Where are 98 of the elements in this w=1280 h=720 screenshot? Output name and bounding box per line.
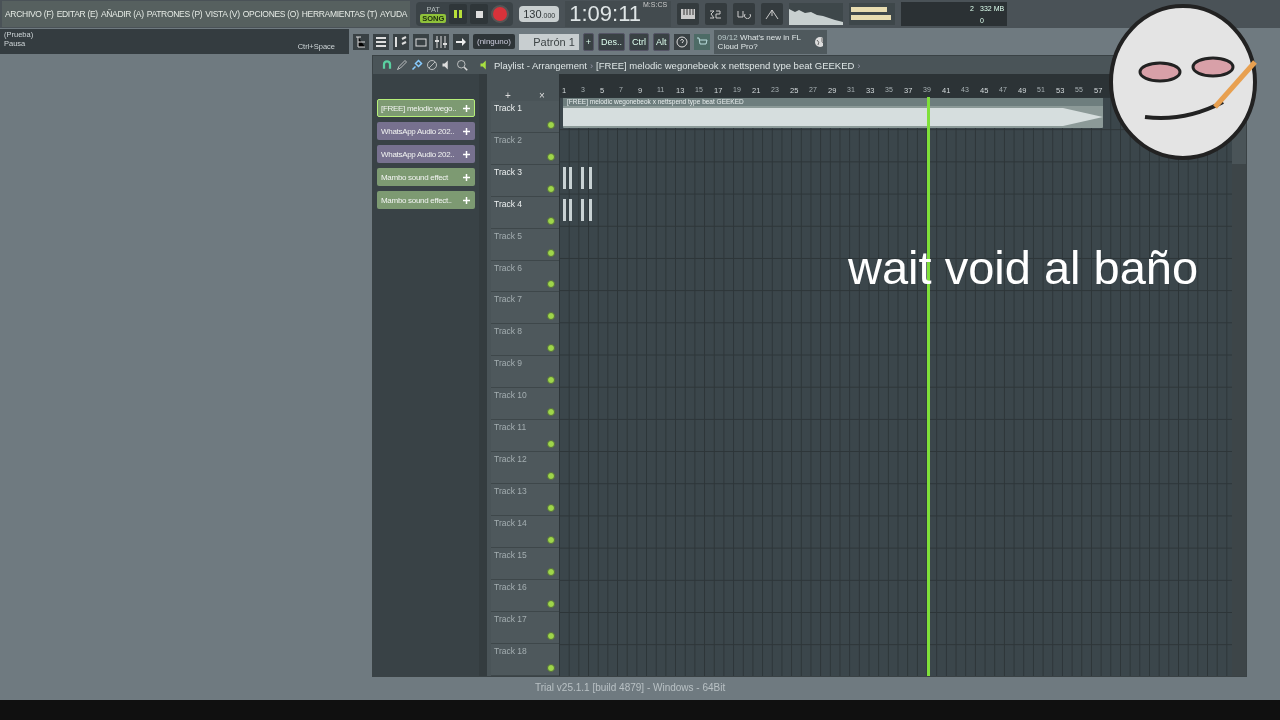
track-dot — [547, 312, 555, 321]
track-header[interactable]: Track 11 — [491, 420, 559, 453]
track-dot — [547, 408, 555, 417]
scrollbar[interactable] — [479, 74, 487, 676]
track-header[interactable]: Track 5 — [491, 228, 559, 261]
audio-clip[interactable] — [581, 167, 584, 189]
plus-icon[interactable] — [462, 149, 471, 159]
menu-item[interactable]: VISTA (V) — [205, 9, 240, 19]
plus-icon[interactable] — [462, 195, 471, 205]
breadcrumb-arrow[interactable]: › — [857, 59, 861, 71]
track-dot — [547, 216, 555, 225]
track-header[interactable]: Track 4 — [491, 196, 559, 229]
channel-rack-icon[interactable] — [373, 33, 389, 50]
menu-item[interactable]: EDITAR (E) — [56, 9, 98, 19]
header-button[interactable]: × — [539, 89, 545, 101]
playlist-title: Playlist - Arrangement — [494, 59, 587, 71]
track-header[interactable]: Track 6 — [491, 260, 559, 293]
scrollbar[interactable] — [1232, 164, 1246, 676]
audio-clip[interactable] — [569, 167, 572, 189]
track-header[interactable]: Track 17 — [491, 612, 559, 644]
breadcrumb-separator: › — [589, 59, 594, 71]
brush-icon[interactable] — [411, 59, 423, 71]
track-dot — [547, 184, 555, 193]
track-dot — [547, 568, 555, 577]
stop-button[interactable] — [470, 4, 489, 24]
help-icon[interactable] — [673, 33, 690, 50]
audio-clip[interactable] — [589, 199, 592, 222]
track-dot — [547, 504, 555, 513]
track-dot — [547, 536, 555, 545]
preset-selector[interactable]: (ninguno) — [473, 34, 515, 49]
level-meter — [849, 3, 896, 25]
track-header[interactable]: Track 12 — [491, 452, 559, 485]
track-dot — [547, 248, 555, 257]
track-dot — [547, 376, 555, 385]
track-header[interactable]: Track 14 — [491, 516, 559, 549]
pencil-icon[interactable] — [396, 59, 408, 71]
zoom-icon[interactable] — [456, 59, 468, 71]
plus-icon[interactable] — [462, 126, 471, 136]
track-header[interactable]: Track 8 — [491, 324, 559, 357]
mixer-icon[interactable] — [433, 33, 449, 50]
pattern-selector[interactable]: Patrón 1 — [518, 33, 579, 50]
track-dot — [547, 472, 555, 481]
magnet-icon[interactable] — [381, 59, 393, 71]
song-title: [FREE] melodic wegonebeok x nettspend type beat GEEKED — [596, 59, 855, 71]
menu-item[interactable]: AÑADIR (A) — [100, 9, 144, 19]
menu-item[interactable]: PATRONES (P) — [146, 9, 203, 19]
track-dot — [547, 344, 555, 353]
audio-clip[interactable] — [581, 199, 584, 222]
clip-item[interactable]: [FREE] melodic wego.. — [377, 99, 475, 117]
track-dot — [547, 631, 555, 640]
cart-icon[interactable] — [693, 33, 710, 50]
waveform-graph — [789, 3, 844, 25]
modifier-key[interactable]: Des.. — [598, 32, 626, 51]
keyboard-icon[interactable] — [677, 3, 700, 25]
version-text: Trial v25.1.1 [build 4879] - Windows - 64Bit — [535, 682, 726, 693]
clip-item[interactable]: WhatsApp Audio 202.. — [377, 145, 475, 163]
track-dot — [547, 663, 555, 672]
pause-icon — [454, 10, 463, 18]
clip-item[interactable]: Mambo sound effect — [377, 168, 475, 186]
track-header[interactable]: Track 10 — [491, 388, 559, 421]
plus-icon[interactable] — [462, 172, 471, 182]
track-dot — [547, 152, 555, 161]
audio-clip[interactable] — [589, 167, 592, 189]
piano-roll-icon[interactable] — [393, 33, 409, 50]
globe-icon[interactable] — [814, 35, 823, 48]
pause-button[interactable] — [449, 4, 468, 24]
clip-item[interactable]: WhatsApp Audio 202.. — [377, 122, 475, 140]
modifier-key[interactable]: Alt — [653, 32, 670, 51]
track-header[interactable]: Track 13 — [491, 484, 559, 517]
audio-clip[interactable] — [563, 167, 566, 189]
audio-clip[interactable] — [563, 199, 566, 222]
track-header[interactable]: Track 9 — [491, 356, 559, 389]
track-dot — [547, 440, 555, 449]
clip-item[interactable]: Mambo sound effect.. — [377, 191, 475, 209]
track-dot — [547, 280, 555, 289]
mute-icon[interactable] — [426, 59, 438, 71]
menu-item[interactable]: AYUDA — [380, 9, 408, 19]
playlist-icon[interactable] — [413, 33, 429, 50]
track-header[interactable]: Track 18 — [491, 643, 559, 676]
menu-item[interactable]: HERRAMIENTAS (T) — [301, 9, 377, 19]
modifier-key[interactable]: Ctrl — [629, 32, 650, 51]
menu-item[interactable]: ARCHIVO (F) — [5, 9, 54, 19]
plus-icon[interactable] — [462, 103, 471, 113]
track-header[interactable]: Track 2 — [491, 132, 559, 165]
track-header[interactable]: Track 15 — [491, 548, 559, 581]
track-header[interactable]: Track 7 — [491, 292, 559, 325]
add-pattern-button[interactable]: + — [582, 32, 595, 51]
audio-clip[interactable] — [569, 199, 572, 222]
track-header[interactable]: Track 1 — [491, 100, 559, 133]
time-display: 1:09:11 — [569, 1, 641, 27]
track-header[interactable]: Track 16 — [491, 580, 559, 612]
menu-item[interactable]: OPCIONES (O) — [242, 9, 299, 19]
stop-icon — [475, 10, 483, 18]
header-button[interactable]: + — [505, 89, 511, 101]
track-header[interactable]: Track 3 — [491, 164, 559, 197]
metronome-icon[interactable] — [761, 3, 784, 25]
track-dot — [547, 120, 555, 129]
track-dot — [547, 600, 555, 608]
